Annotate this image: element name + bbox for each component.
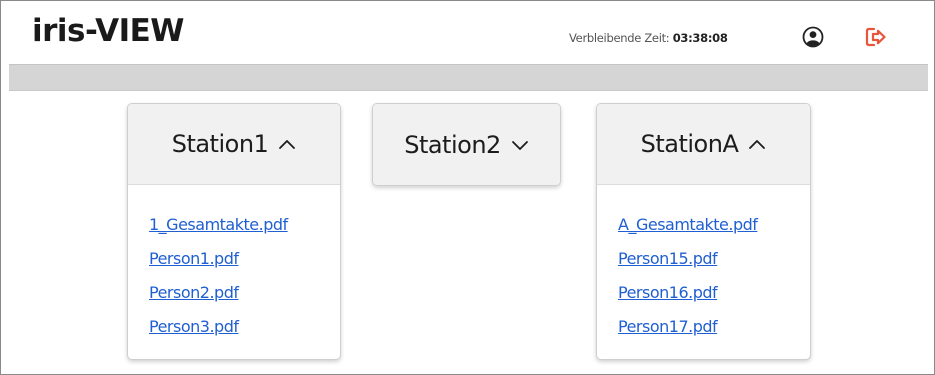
chevron-up-icon bbox=[749, 140, 766, 149]
chevron-down-icon bbox=[511, 140, 528, 150]
file-list: 1_Gesamtakte.pdf Person1.pdf Person2.pdf… bbox=[128, 185, 340, 344]
file-link[interactable]: Person2.pdf bbox=[149, 276, 340, 310]
station-name: StationA bbox=[640, 130, 739, 158]
chevron-up-icon bbox=[279, 140, 296, 149]
file-list: A_Gesamtakte.pdf Person15.pdf Person16.p… bbox=[597, 185, 810, 344]
station-header-station1[interactable]: Station1 bbox=[128, 104, 340, 185]
toolbar-bar bbox=[9, 64, 928, 91]
station-name: Station1 bbox=[171, 130, 269, 158]
header: iris-VIEW Verbleibende Zeit: 03:38:08 bbox=[1, 1, 934, 64]
station-card-station2: Station2 bbox=[372, 103, 561, 186]
app-window: iris-VIEW Verbleibende Zeit: 03:38:08 St… bbox=[0, 0, 935, 375]
remaining-time: Verbleibende Zeit: 03:38:08 bbox=[569, 31, 728, 45]
file-link[interactable]: Person3.pdf bbox=[149, 310, 340, 344]
file-link[interactable]: Person1.pdf bbox=[149, 242, 340, 276]
station-header-station2[interactable]: Station2 bbox=[373, 104, 560, 185]
app-title: iris-VIEW bbox=[32, 13, 185, 49]
remaining-time-value: 03:38:08 bbox=[672, 31, 728, 45]
logout-icon[interactable] bbox=[864, 26, 888, 48]
file-link[interactable]: 1_Gesamtakte.pdf bbox=[149, 208, 340, 242]
file-link[interactable]: Person15.pdf bbox=[618, 242, 810, 276]
remaining-time-label: Verbleibende Zeit: bbox=[569, 31, 670, 45]
user-circle-icon[interactable] bbox=[802, 26, 824, 48]
station-card-stationa: StationA A_Gesamtakte.pdf Person15.pdf P… bbox=[596, 103, 811, 360]
station-card-station1: Station1 1_Gesamtakte.pdf Person1.pdf Pe… bbox=[127, 103, 341, 360]
station-name: Station2 bbox=[404, 130, 501, 159]
file-link[interactable]: Person17.pdf bbox=[618, 310, 810, 344]
station-header-stationa[interactable]: StationA bbox=[597, 104, 810, 185]
file-link[interactable]: Person16.pdf bbox=[618, 276, 810, 310]
file-link[interactable]: A_Gesamtakte.pdf bbox=[618, 208, 810, 242]
